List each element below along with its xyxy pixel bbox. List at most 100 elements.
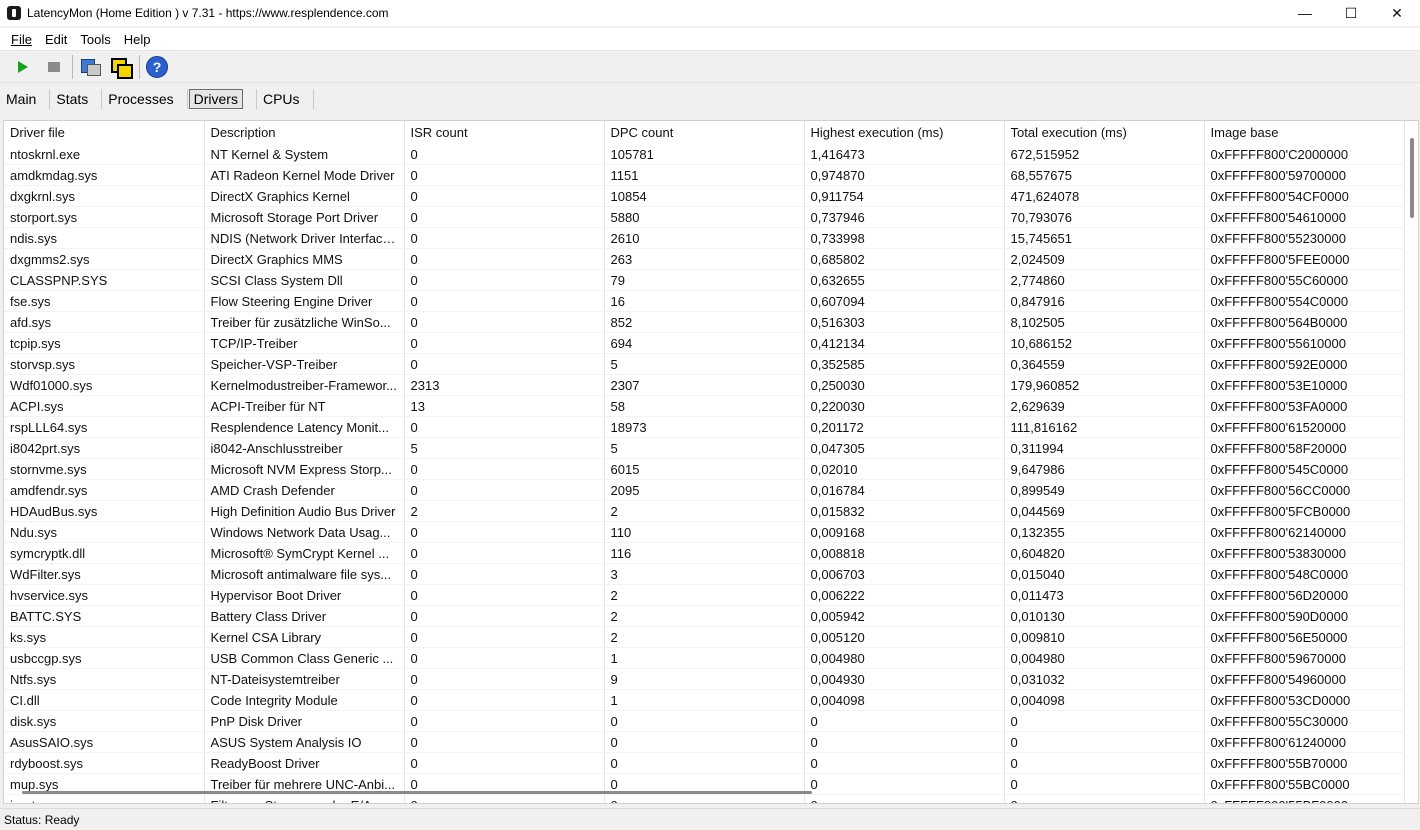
description-cell: Speicher-VSP-Treiber bbox=[204, 353, 405, 375]
table-row[interactable]: CLASSPNP.SYS SCSI Class System Dll 0 79 0,63… bbox=[4, 269, 1405, 291]
start-monitor-button[interactable] bbox=[10, 54, 36, 80]
table-row[interactable]: AsusSAIO.sys ASUS System Analysis IO 0 0 0 0 0… bbox=[4, 731, 1405, 753]
driver-file-cell: BATTC.SYS bbox=[4, 605, 205, 627]
column-header-driver-file[interactable]: Driver file bbox=[4, 121, 205, 144]
table-row[interactable]: dxgkrnl.sys DirectX Graphics Kernel 0 10854… bbox=[4, 185, 1405, 207]
menu-file[interactable]: File bbox=[4, 32, 38, 47]
tools-button[interactable] bbox=[77, 54, 103, 80]
table-row[interactable]: amdfendr.sys AMD Crash Defender 0 2095 0,016… bbox=[4, 479, 1405, 501]
table-row[interactable]: Ndu.sys Windows Network Data Usag... 0 110 0… bbox=[4, 521, 1405, 543]
minimize-button[interactable]: — bbox=[1282, 0, 1328, 26]
table-row[interactable]: WdFilter.sys Microsoft antimalware file s… bbox=[4, 563, 1405, 585]
driver-file-cell: AsusSAIO.sys bbox=[4, 731, 205, 753]
total-execution-cell: 0,010130 bbox=[1004, 605, 1205, 627]
driver-file-cell: hvservice.sys bbox=[4, 584, 205, 606]
image-base-cell: 0xFFFFF800'554C0000 bbox=[1204, 290, 1405, 312]
tab-label: Drivers bbox=[188, 89, 243, 109]
column-header-image-base[interactable]: Image base bbox=[1204, 121, 1405, 144]
driver-file-cell: dxgmms2.sys bbox=[4, 248, 205, 270]
table-row[interactable]: Ntfs.sys NT-Dateisystemtreiber 0 9 0,004930 0… bbox=[4, 668, 1405, 690]
highest-execution-cell: 0,607094 bbox=[804, 290, 1005, 312]
drivers-table[interactable]: Driver file Description ISR count DPC co… bbox=[3, 120, 1419, 804]
table-row[interactable]: iorate.sysFilter zur Steuerung der E/A-.… bbox=[4, 794, 1405, 803]
tab-drivers[interactable]: Drivers bbox=[188, 88, 256, 110]
isr-count-cell: 0 bbox=[404, 416, 605, 438]
vertical-scrollbar[interactable] bbox=[1410, 138, 1414, 218]
highest-execution-cell: 0,220030 bbox=[804, 395, 1005, 417]
table-row[interactable]: amdkmdag.sys ATI Radeon Kernel Mode Drive… bbox=[4, 164, 1405, 186]
table-row[interactable]: usbccgp.sys USB Common Class Generic ... 0… bbox=[4, 647, 1405, 669]
table-row[interactable]: stornvme.sys Microsoft NVM Express Storp.… bbox=[4, 458, 1405, 480]
help-button[interactable]: ? bbox=[144, 54, 170, 80]
table-row[interactable]: Wdf01000.sys Kernelmodustreiber-Framewor.… bbox=[4, 374, 1405, 396]
table-row[interactable]: disk.sys PnP Disk Driver 0 0 0 0 0xFFFFF800'55… bbox=[4, 710, 1405, 732]
table-row[interactable]: symcryptk.dll Microsoft® SymCrypt Kernel … bbox=[4, 542, 1405, 564]
highest-execution-cell: 0,004098 bbox=[804, 689, 1005, 711]
column-header-isr-count[interactable]: ISR count bbox=[404, 121, 605, 144]
tab-main[interactable]: Main bbox=[0, 88, 49, 110]
table-row[interactable]: ACPI.sys ACPI-Treiber für NT 13 58 0,220030 2… bbox=[4, 395, 1405, 417]
table-row[interactable]: fse.sys Flow Steering Engine Driver 0 16 0,6… bbox=[4, 290, 1405, 312]
horizontal-scrollbar[interactable] bbox=[22, 791, 812, 794]
table-row[interactable]: rspLLL64.sys Resplendence Latency Monit..… bbox=[4, 416, 1405, 438]
total-execution-cell: 8,102505 bbox=[1004, 311, 1205, 333]
menu-edit[interactable]: Edit bbox=[38, 32, 73, 47]
description-cell: Code Integrity Module bbox=[204, 689, 405, 711]
highest-execution-cell: 0,047305 bbox=[804, 437, 1005, 459]
dpc-count-cell: 0 bbox=[604, 731, 805, 753]
column-header-highest-execution[interactable]: Highest execution (ms) bbox=[804, 121, 1005, 144]
image-base-cell: 0xFFFFF800'59700000 bbox=[1204, 164, 1405, 186]
maximize-button[interactable]: ☐ bbox=[1328, 0, 1374, 26]
table-row[interactable]: hvservice.sys Hypervisor Boot Driver 0 2 0,0… bbox=[4, 584, 1405, 606]
isr-count-cell: 0 bbox=[404, 752, 605, 774]
stop-monitor-button[interactable] bbox=[41, 54, 67, 80]
table-row[interactable]: afd.sys Treiber für zusätzliche WinSo... 0… bbox=[4, 311, 1405, 333]
highest-execution-cell: 0,02010 bbox=[804, 458, 1005, 480]
tab-stats[interactable]: Stats bbox=[50, 88, 101, 110]
highest-execution-cell: 0,008818 bbox=[804, 542, 1005, 564]
isr-count-cell: 0 bbox=[404, 521, 605, 543]
table-row[interactable]: ndis.sys NDIS (Network Driver Interface..… bbox=[4, 227, 1405, 249]
window-controls: — ☐ ✕ bbox=[1282, 0, 1420, 26]
column-header-dpc-count[interactable]: DPC count bbox=[604, 121, 805, 144]
isr-count-cell: 0 bbox=[404, 479, 605, 501]
dpc-count-cell: 2 bbox=[604, 500, 805, 522]
table-row[interactable]: tcpip.sys TCP/IP-Treiber 0 694 0,412134 10,68… bbox=[4, 332, 1405, 354]
tab-processes[interactable]: Processes bbox=[102, 88, 186, 110]
highest-execution-cell: 1,416473 bbox=[804, 144, 1005, 165]
tab-cpus[interactable]: CPUs bbox=[257, 88, 313, 110]
table-row[interactable]: CI.dll Code Integrity Module 0 1 0,004098 0,0… bbox=[4, 689, 1405, 711]
column-header-total-execution[interactable]: Total execution (ms) bbox=[1004, 121, 1205, 144]
description-cell: NT Kernel & System bbox=[204, 144, 405, 165]
total-execution-cell: 2,774860 bbox=[1004, 269, 1205, 291]
total-execution-cell: 0,044569 bbox=[1004, 500, 1205, 522]
isr-count-cell: 0 bbox=[404, 269, 605, 291]
table-row[interactable]: i8042prt.sys i8042-Anschlusstreiber 5 5 0,04… bbox=[4, 437, 1405, 459]
isr-count-cell: 0 bbox=[404, 542, 605, 564]
image-base-cell: 0xFFFFF800'5FEE0000 bbox=[1204, 248, 1405, 270]
table-row[interactable]: HDAudBus.sys High Definition Audio Bus Dr… bbox=[4, 500, 1405, 522]
highest-execution-cell: 0,009168 bbox=[804, 521, 1005, 543]
driver-file-cell: rdyboost.sys bbox=[4, 752, 205, 774]
table-row[interactable]: storvsp.sys Speicher-VSP-Treiber 0 5 0,35258… bbox=[4, 353, 1405, 375]
menu-help[interactable]: Help bbox=[117, 32, 157, 47]
column-header-description[interactable]: Description bbox=[204, 121, 405, 144]
table-row[interactable]: dxgmms2.sys DirectX Graphics MMS 0 263 0,685… bbox=[4, 248, 1405, 270]
window-title: LatencyMon (Home Edition ) v 7.31 - http… bbox=[27, 6, 389, 20]
table-row[interactable]: ks.sys Kernel CSA Library 0 2 0,005120 0,0098… bbox=[4, 626, 1405, 648]
image-base-cell: 0xFFFFF800'548C0000 bbox=[1204, 563, 1405, 585]
close-button[interactable]: ✕ bbox=[1374, 0, 1420, 26]
table-row[interactable]: storport.sys Microsoft Storage Port Drive… bbox=[4, 206, 1405, 228]
isr-count-cell: 0 bbox=[404, 668, 605, 690]
menu-tools[interactable]: Tools bbox=[73, 32, 116, 47]
table-row[interactable]: rdyboost.sys ReadyBoost Driver 0 0 0 0 0xFFFFF… bbox=[4, 752, 1405, 774]
description-cell: ASUS System Analysis IO bbox=[204, 731, 405, 753]
total-execution-cell: 15,745651 bbox=[1004, 227, 1205, 249]
driver-file-cell: afd.sys bbox=[4, 311, 205, 333]
table-row[interactable]: ntoskrnl.exe NT Kernel & System 0 105781 1,4… bbox=[4, 144, 1405, 165]
dpc-count-cell: 2610 bbox=[604, 227, 805, 249]
windows-button[interactable] bbox=[108, 54, 134, 80]
table-row[interactable]: BATTC.SYS Battery Class Driver 0 2 0,005942 0… bbox=[4, 605, 1405, 627]
driver-file-cell: fse.sys bbox=[4, 290, 205, 312]
isr-count-cell: 13 bbox=[404, 395, 605, 417]
